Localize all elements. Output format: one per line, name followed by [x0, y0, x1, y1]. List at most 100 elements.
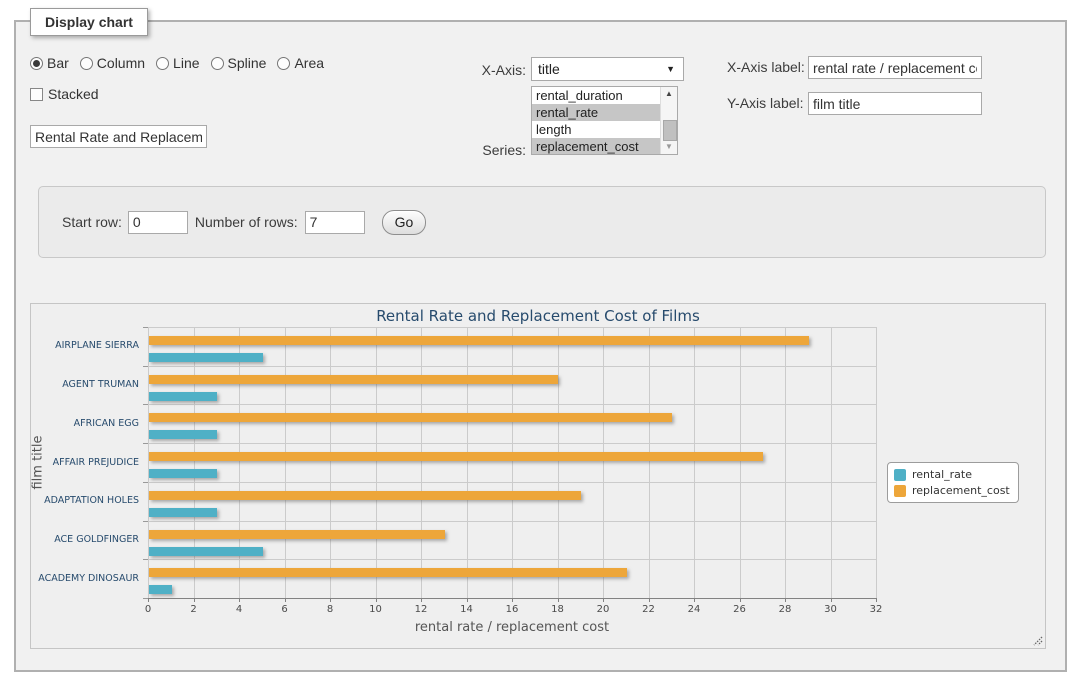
chart-legend: rental_rate replacement_cost — [887, 462, 1019, 503]
gridline — [740, 327, 741, 598]
display-chart-fieldset: Display chart BarColumnLineSplineArea St… — [14, 20, 1067, 672]
gridline — [694, 327, 695, 598]
bar-rental_rate — [149, 469, 217, 478]
gridline — [148, 482, 876, 483]
y-axis-label-label: Y-Axis label: — [727, 95, 804, 111]
x-tick-label: 28 — [770, 604, 800, 615]
category-label: ACE GOLDFINGER — [31, 534, 139, 546]
gridline — [467, 327, 468, 598]
series-option-length[interactable]: length — [532, 121, 660, 138]
bar-replacement_cost — [149, 413, 672, 422]
series-list-scrollbar[interactable]: ▲ ▼ — [660, 87, 677, 154]
query-range-panel: Start row: Number of rows: Go — [38, 186, 1046, 258]
radio-icon[interactable] — [211, 57, 224, 70]
x-tick-label: 22 — [634, 604, 664, 615]
bar-replacement_cost — [149, 375, 558, 384]
radio-icon[interactable] — [156, 57, 169, 70]
gridline — [512, 327, 513, 598]
chart-type-radio-group: Bar Column Line Spline Area — [30, 55, 324, 71]
gridline — [148, 404, 876, 405]
y-axis-tick — [143, 327, 148, 328]
num-rows-label: Number of rows: — [195, 214, 298, 230]
radio-icon[interactable] — [277, 57, 290, 70]
gridline — [785, 327, 786, 598]
stacked-option[interactable]: Stacked — [30, 86, 99, 102]
bar-replacement_cost — [149, 530, 445, 539]
x-tick-label: 16 — [497, 604, 527, 615]
x-tick-label: 24 — [679, 604, 709, 615]
gridline — [376, 327, 377, 598]
x-axis-label-input[interactable] — [808, 56, 982, 79]
gridline — [148, 327, 876, 328]
start-row-input[interactable] — [128, 211, 188, 234]
gridline — [194, 327, 195, 598]
legend-swatch-icon — [894, 485, 906, 497]
radio-icon[interactable] — [30, 57, 43, 70]
bar-replacement_cost — [149, 452, 763, 461]
scroll-up-icon[interactable]: ▲ — [661, 87, 677, 101]
y-axis-tick — [143, 404, 148, 405]
x-tick-label: 6 — [270, 604, 300, 615]
bar-rental_rate — [149, 585, 172, 594]
gridline — [148, 559, 876, 560]
start-row-label: Start row: — [62, 214, 122, 230]
chart-type-column[interactable]: Column — [80, 55, 145, 71]
bar-rental_rate — [149, 353, 263, 362]
legend-item-rental_rate[interactable]: rental_rate — [894, 468, 1010, 481]
y-axis-tick — [143, 521, 148, 522]
x-tick-label: 10 — [361, 604, 391, 615]
x-tick-label: 12 — [406, 604, 436, 615]
gridline — [148, 327, 149, 598]
chart-title: Rental Rate and Replacement Cost of Film… — [31, 307, 1045, 325]
chart-type-spline[interactable]: Spline — [211, 55, 267, 71]
category-label: AFFAIR PREJUDICE — [31, 457, 139, 469]
series-select-label: Series: — [436, 142, 526, 158]
chart-type-bar[interactable]: Bar — [30, 55, 69, 71]
chart-type-area[interactable]: Area — [277, 55, 324, 71]
chart-type-line[interactable]: Line — [156, 55, 199, 71]
gridline — [558, 327, 559, 598]
x-axis-selected-value: title — [538, 61, 560, 77]
series-option-rental_rate[interactable]: rental_rate — [532, 104, 660, 121]
bar-rental_rate — [149, 392, 217, 401]
legend-item-replacement_cost[interactable]: replacement_cost — [894, 484, 1010, 497]
gridline — [421, 327, 422, 598]
gridline — [649, 327, 650, 598]
category-label: ACADEMY DINOSAUR — [31, 573, 139, 585]
gridline — [148, 443, 876, 444]
gridline — [330, 327, 331, 598]
stacked-checkbox[interactable] — [30, 88, 43, 101]
gridline — [876, 327, 877, 598]
go-button[interactable]: Go — [382, 210, 427, 235]
x-axis-select-label: X-Axis: — [436, 62, 526, 78]
y-axis-label-input[interactable] — [808, 92, 982, 115]
x-axis-title: rental rate / replacement cost — [148, 620, 876, 635]
category-label: ADAPTATION HOLES — [31, 495, 139, 507]
resize-handle-icon[interactable] — [1032, 635, 1043, 646]
series-option-rental_duration[interactable]: rental_duration — [532, 87, 660, 104]
num-rows-input[interactable] — [305, 211, 365, 234]
panel-title: Display chart — [30, 8, 148, 36]
gridline — [148, 521, 876, 522]
radio-label: Line — [173, 55, 199, 71]
scroll-down-icon[interactable]: ▼ — [661, 140, 677, 154]
radio-label: Spline — [228, 55, 267, 71]
chart-title-input[interactable] — [30, 125, 207, 148]
legend-label: rental_rate — [912, 468, 972, 481]
x-tick-label: 2 — [179, 604, 209, 615]
legend-label: replacement_cost — [912, 484, 1010, 497]
legend-swatch-icon — [894, 469, 906, 481]
scrollbar-thumb[interactable] — [663, 120, 677, 141]
x-tick-label: 14 — [452, 604, 482, 615]
radio-label: Bar — [47, 55, 69, 71]
x-tick-label: 18 — [543, 604, 573, 615]
x-tick-label: 20 — [588, 604, 618, 615]
series-multiselect[interactable]: rental_durationrental_ratelengthreplacem… — [531, 86, 678, 155]
radio-icon[interactable] — [80, 57, 93, 70]
stacked-label: Stacked — [48, 86, 99, 102]
x-axis-line — [148, 598, 877, 599]
series-option-replacement_cost[interactable]: replacement_cost — [532, 138, 660, 155]
radio-label: Column — [97, 55, 145, 71]
x-tick-label: 4 — [224, 604, 254, 615]
x-axis-select[interactable]: title ▼ — [531, 57, 684, 81]
